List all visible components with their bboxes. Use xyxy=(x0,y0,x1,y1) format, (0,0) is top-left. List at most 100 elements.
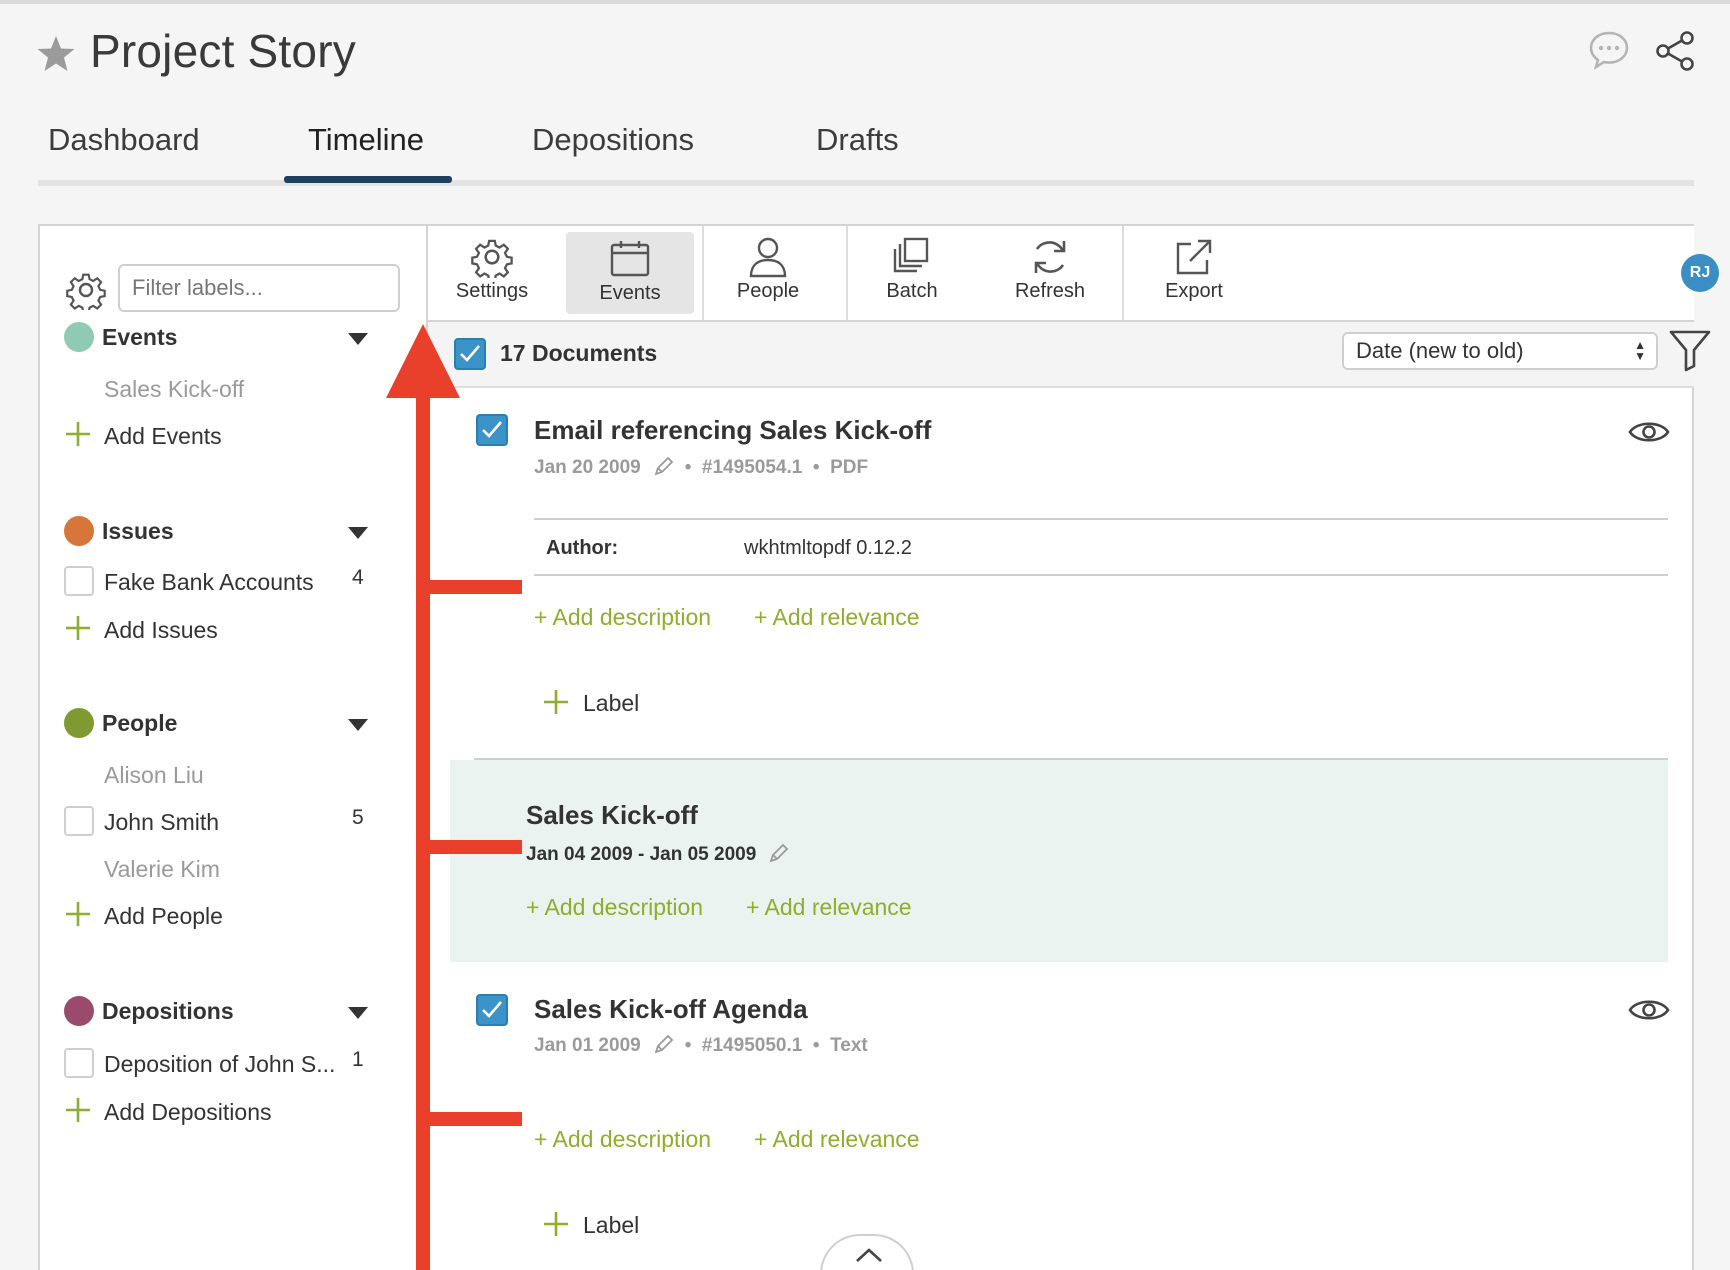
document-checkbox[interactable] xyxy=(476,414,508,446)
share-icon[interactable] xyxy=(1654,30,1696,72)
pencil-icon[interactable] xyxy=(768,842,790,864)
people-color-dot xyxy=(64,708,94,738)
document-meta: Jan 20 2009 • #1495054.1 • PDF xyxy=(534,455,868,479)
issues-color-dot xyxy=(64,516,94,546)
plus-icon[interactable] xyxy=(64,614,92,642)
export-label: Export xyxy=(1165,280,1223,302)
add-label-link[interactable]: Label xyxy=(583,690,639,717)
meta-separator: • xyxy=(684,457,692,478)
chevron-up-icon xyxy=(856,1248,882,1262)
user-avatar[interactable]: RJ xyxy=(1681,254,1719,292)
section-title-issues: Issues xyxy=(102,518,174,544)
comment-icon[interactable] xyxy=(1588,30,1630,70)
main-tabs: Dashboard Timeline Depositions Drafts xyxy=(38,110,1694,186)
sidebar-item-alison-liu[interactable]: Alison Liu xyxy=(104,762,204,789)
sidebar-item-john-smith[interactable]: John Smith xyxy=(104,809,219,836)
plus-icon[interactable] xyxy=(64,420,92,448)
add-relevance-link[interactable]: + Add relevance xyxy=(746,894,912,921)
filter-labels-input[interactable] xyxy=(118,264,400,312)
tab-timeline[interactable]: Timeline xyxy=(308,122,424,158)
documents-count-bar: 17 Documents Date (new to old) ▲ ▼ xyxy=(428,322,1711,388)
section-title-people: People xyxy=(102,710,178,736)
refresh-label: Refresh xyxy=(1014,280,1086,302)
event-dates: Jan 04 2009 - Jan 05 2009 xyxy=(526,842,800,866)
add-description-link[interactable]: + Add description xyxy=(526,894,703,921)
depositions-color-dot xyxy=(64,996,94,1026)
tab-drafts[interactable]: Drafts xyxy=(816,122,899,158)
meta-separator: • xyxy=(684,1035,692,1056)
people-button[interactable]: People xyxy=(704,226,832,320)
gear-icon[interactable] xyxy=(66,270,106,310)
refresh-button[interactable]: Refresh xyxy=(980,226,1120,320)
add-issues-link[interactable]: Add Issues xyxy=(104,617,218,644)
calendar-icon xyxy=(610,241,650,277)
author-value: wkhtmltopdf 0.12.2 xyxy=(744,537,912,559)
event-date-range: Jan 04 2009 - Jan 05 2009 xyxy=(526,844,757,865)
document-id: #1495054.1 xyxy=(701,457,803,478)
people-label: People xyxy=(736,280,800,302)
add-events-link[interactable]: Add Events xyxy=(104,423,222,450)
add-description-link[interactable]: + Add description xyxy=(534,604,711,631)
add-label-link[interactable]: Label xyxy=(583,1212,639,1239)
export-icon xyxy=(1176,239,1212,275)
plus-icon[interactable] xyxy=(64,900,92,928)
depositions-collapse-caret[interactable] xyxy=(348,1007,368,1019)
sidebar-item-deposition-john-smith[interactable]: Deposition of John S... xyxy=(104,1051,335,1078)
document-type: PDF xyxy=(830,457,869,478)
plus-icon[interactable] xyxy=(542,688,570,716)
sidebar-item-fake-bank-accounts[interactable]: Fake Bank Accounts xyxy=(104,569,314,596)
author-key: Author: xyxy=(546,537,619,559)
sidebar-item-sales-kickoff[interactable]: Sales Kick-off xyxy=(104,376,244,403)
documents-count: 17 Documents xyxy=(500,340,658,366)
divider xyxy=(534,574,1668,576)
select-all-checkbox[interactable] xyxy=(454,338,486,370)
batch-button[interactable]: Batch xyxy=(848,226,976,320)
event-card[interactable]: Sales Kick-off Jan 04 2009 - Jan 05 2009… xyxy=(450,760,1668,962)
labels-sidebar: Events Sales Kick-off Add Events Issues … xyxy=(40,226,428,1270)
events-color-dot xyxy=(64,322,94,352)
star-icon[interactable] xyxy=(36,34,76,74)
document-title[interactable]: Email referencing Sales Kick-off xyxy=(534,415,931,446)
deposition-checkbox[interactable] xyxy=(64,1048,94,1078)
eye-icon[interactable] xyxy=(1628,996,1670,1024)
document-type: Text xyxy=(830,1035,868,1056)
document-title[interactable]: Sales Kick-off Agenda xyxy=(534,994,808,1025)
add-description-link[interactable]: + Add description xyxy=(534,1126,711,1153)
events-label: Events xyxy=(599,282,661,304)
add-relevance-link[interactable]: + Add relevance xyxy=(754,604,920,631)
plus-icon[interactable] xyxy=(64,1096,92,1124)
item-count: 1 xyxy=(352,1048,364,1071)
add-people-link[interactable]: Add People xyxy=(104,903,223,930)
export-button[interactable]: Export xyxy=(1124,226,1264,320)
page-header: Project Story xyxy=(0,0,1730,110)
refresh-icon xyxy=(1034,241,1066,273)
add-relevance-link[interactable]: + Add relevance xyxy=(754,1126,920,1153)
meta-separator: • xyxy=(812,457,820,478)
document-date: Jan 01 2009 xyxy=(534,1035,641,1056)
pencil-icon[interactable] xyxy=(653,1033,675,1055)
section-title-depositions: Depositions xyxy=(102,998,234,1024)
check-icon xyxy=(482,421,502,438)
people-collapse-caret[interactable] xyxy=(348,719,368,731)
events-collapse-caret[interactable] xyxy=(348,333,368,345)
eye-icon[interactable] xyxy=(1628,418,1670,446)
issues-collapse-caret[interactable] xyxy=(348,527,368,539)
plus-icon[interactable] xyxy=(542,1210,570,1238)
document-meta: Jan 01 2009 • #1495050.1 • Text xyxy=(534,1033,868,1057)
events-button[interactable]: Events xyxy=(566,232,694,314)
tab-dashboard[interactable]: Dashboard xyxy=(48,122,200,158)
active-tab-indicator xyxy=(284,176,452,183)
timeline-panel: Events Sales Kick-off Add Events Issues … xyxy=(38,224,1719,1270)
issue-checkbox[interactable] xyxy=(64,566,94,596)
document-id: #1495050.1 xyxy=(701,1035,803,1056)
settings-button[interactable]: Settings xyxy=(428,226,556,320)
add-depositions-link[interactable]: Add Depositions xyxy=(104,1099,272,1126)
filter-funnel-icon[interactable] xyxy=(1668,328,1712,372)
document-checkbox[interactable] xyxy=(476,994,508,1026)
person-checkbox[interactable] xyxy=(64,806,94,836)
pencil-icon[interactable] xyxy=(653,455,675,477)
sidebar-item-valerie-kim[interactable]: Valerie Kim xyxy=(104,856,220,883)
check-icon xyxy=(482,1001,502,1018)
tab-depositions[interactable]: Depositions xyxy=(532,122,694,158)
sort-select[interactable]: Date (new to old) ▲ ▼ xyxy=(1342,332,1658,370)
